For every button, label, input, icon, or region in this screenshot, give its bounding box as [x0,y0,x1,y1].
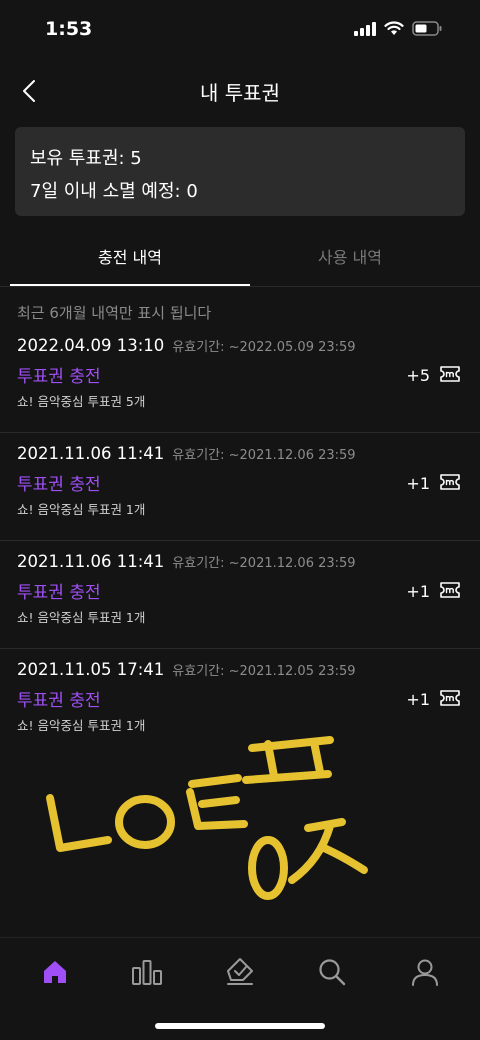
history-expiry: 유효기간: ~2022.05.09 23:59 [172,340,356,355]
vote-icon [227,958,253,985]
history-title: 투표권 충전 [17,691,101,711]
home-indicator[interactable] [155,1023,325,1029]
history-date-row: 2022.04.09 13:10 유효기간: ~2022.05.09 23:59 [17,336,356,355]
bottom-nav [0,937,480,1040]
nav-vote[interactable] [220,952,260,992]
nav-search[interactable] [312,952,352,992]
history-date-row: 2021.11.05 17:41 유효기간: ~2021.12.05 23:59 [17,660,356,679]
history-desc: 쇼! 음악중심 투표권 1개 [17,502,146,517]
status-time: 1:53 [45,18,93,40]
owned-tickets-text: 보유 투표권: 5 [30,148,142,169]
history-title: 투표권 충전 [17,475,101,495]
search-icon [319,959,346,986]
history-expiry: 유효기간: ~2021.12.06 23:59 [172,448,356,463]
expiring-tickets-text: 7일 이내 소멸 예정: 0 [30,181,198,202]
ticket-summary-card: 보유 투표권: 5 7일 이내 소멸 예정: 0 [15,127,465,216]
history-amount: +1 [406,582,430,601]
tab-usage-history[interactable]: 사용 내역 [230,238,470,284]
history-date: 2021.11.05 17:41 [17,660,165,679]
nav-profile[interactable] [405,952,445,992]
history-date: 2022.04.09 13:10 [17,336,165,355]
nav-chart[interactable] [127,952,167,992]
history-date: 2021.11.06 11:41 [17,552,165,571]
ticket-icon [440,582,460,598]
page-title: 내 투표권 [200,81,280,105]
handwritten-scribble [46,736,368,900]
history-item: 2022.04.09 13:10 유효기간: ~2022.05.09 23:59 … [0,324,480,433]
signal-icon [354,21,376,36]
history-title: 투표권 충전 [17,583,101,603]
profile-icon [412,959,438,986]
battery-icon [412,21,442,36]
ticket-icon [440,366,460,382]
chart-icon [132,960,162,985]
history-notice: 최근 6개월 내역만 표시 됩니다 [17,304,212,322]
history-date-row: 2021.11.06 11:41 유효기간: ~2021.12.06 23:59 [17,552,356,571]
ticket-icon [440,474,460,490]
history-date-row: 2021.11.06 11:41 유효기간: ~2021.12.06 23:59 [17,444,356,463]
history-amount: +5 [406,366,430,385]
home-icon [44,961,66,983]
history-item: 2021.11.06 11:41 유효기간: ~2021.12.06 23:59 … [0,540,480,649]
history-date: 2021.11.06 11:41 [17,444,165,463]
history-amount: +1 [406,690,430,709]
history-desc: 쇼! 음악중심 투표권 1개 [17,610,146,625]
wifi-icon [384,21,404,35]
tab-charge-history[interactable]: 충전 내역 [10,238,250,286]
ticket-icon [440,690,460,706]
history-title: 투표권 충전 [17,367,101,387]
history-desc: 쇼! 음악중심 투표권 5개 [17,394,146,409]
history-amount: +1 [406,474,430,493]
header: 내 투표권 [0,60,480,124]
history-expiry: 유효기간: ~2021.12.05 23:59 [172,664,356,679]
nav-home[interactable] [35,952,75,992]
history-item: 2021.11.06 11:41 유효기간: ~2021.12.06 23:59 … [0,432,480,541]
status-icons [354,21,442,36]
status-bar: 1:53 [0,0,480,60]
history-tabs: 충전 내역 사용 내역 [0,238,480,287]
history-expiry: 유효기간: ~2021.12.06 23:59 [172,556,356,571]
